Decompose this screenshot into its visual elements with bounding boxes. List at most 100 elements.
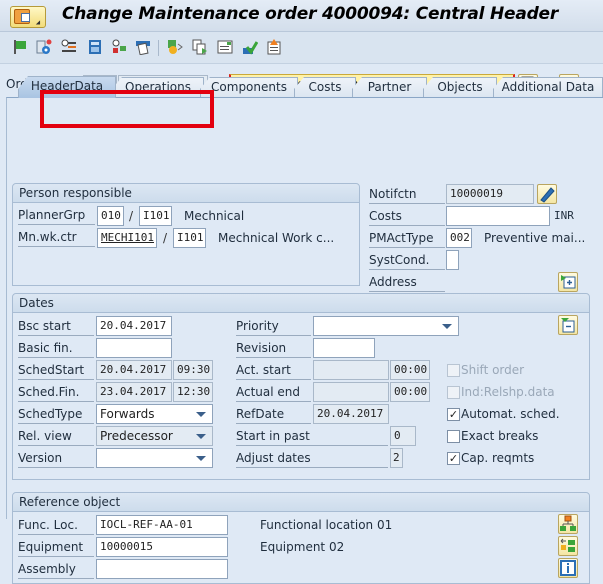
priority-select[interactable] xyxy=(313,316,459,336)
copy-icon[interactable] xyxy=(192,39,208,55)
tab-partner[interactable]: Partner xyxy=(352,77,427,97)
shift-order-checkbox[interactable] xyxy=(447,364,460,377)
flag-icon[interactable] xyxy=(12,39,28,55)
structure-hierarchy-button[interactable] xyxy=(558,514,578,534)
basic-start-input[interactable]: 20.04.2017 xyxy=(96,316,172,336)
dropdown-arrow-icon xyxy=(442,324,452,329)
toolbar-separator xyxy=(158,40,159,56)
sched-start-label: SchedStart xyxy=(18,362,94,380)
version-label: Version xyxy=(18,450,94,468)
pencil-icon xyxy=(540,187,555,203)
tab-additional-data[interactable]: Additional Data xyxy=(493,77,603,97)
notification-field: 10000019 xyxy=(446,184,534,204)
document-icon[interactable] xyxy=(217,39,233,55)
dropdown-arrow-icon xyxy=(196,434,206,439)
basic-finish-input[interactable] xyxy=(96,338,172,358)
actual-start-date-field xyxy=(313,360,389,380)
notification-icon[interactable] xyxy=(266,39,282,55)
pm-act-type-description: Preventive mai... xyxy=(484,231,586,245)
functional-location-description: Functional location 01 xyxy=(260,518,393,532)
menu-icon xyxy=(14,9,30,24)
dropdown-arrow-icon xyxy=(196,456,206,461)
dates-title: Dates xyxy=(13,294,589,313)
automat-sched-label: Automat. sched. xyxy=(461,407,560,421)
window-title: Change Maintenance order 4000094: Centra… xyxy=(62,4,559,24)
assembly-input[interactable] xyxy=(96,559,228,579)
relationship-view-label: Rel. view xyxy=(18,428,94,446)
operations-list-icon[interactable] xyxy=(61,39,77,55)
currency-text: INR xyxy=(554,209,574,222)
exact-breaks-checkbox[interactable] xyxy=(447,430,460,443)
adjust-dates-label: Adjust dates xyxy=(236,450,388,468)
work-center-label: Mn.wk.ctr xyxy=(18,229,95,247)
start-in-past-label: Start in past xyxy=(236,428,388,446)
revision-input[interactable] xyxy=(313,338,375,358)
schedule-icon[interactable] xyxy=(111,39,127,55)
tab-costs[interactable]: Costs xyxy=(294,77,356,97)
adjust-dates-field: 2 xyxy=(390,448,403,468)
assembly-label: Assembly xyxy=(18,561,94,579)
sched-type-select[interactable]: Forwards xyxy=(96,404,213,424)
application-toolbar xyxy=(0,32,603,64)
calculator-icon[interactable] xyxy=(87,39,103,55)
settings-gear-icon[interactable] xyxy=(36,39,52,55)
hierarchy-icon xyxy=(560,515,576,531)
costs-label: Costs xyxy=(369,208,445,226)
sched-start-date-field: 20.04.2017 xyxy=(96,360,172,380)
relationship-view-value: Predecessor xyxy=(100,429,173,443)
info-icon xyxy=(560,560,576,576)
sched-type-value: Forwards xyxy=(100,407,155,421)
status-highlight-box xyxy=(40,90,214,128)
address-button[interactable] xyxy=(558,272,578,292)
sched-finish-label: Sched.Fin. xyxy=(18,384,94,402)
actual-start-time-field: 00:00 xyxy=(390,360,430,380)
pm-act-type-label: PMActType xyxy=(369,230,445,248)
planner-plant-input[interactable]: I101 xyxy=(139,206,172,226)
sched-finish-time-field: 12:30 xyxy=(173,382,213,402)
system-condition-input[interactable] xyxy=(446,250,459,270)
address-label: Address xyxy=(369,274,445,292)
functional-location-label: Func. Loc. xyxy=(18,517,94,535)
system-menu-button[interactable] xyxy=(10,6,46,28)
planner-grp-input[interactable]: 010 xyxy=(97,206,124,226)
costs-input[interactable] xyxy=(446,206,550,226)
actual-end-date-field xyxy=(313,382,389,402)
notification-label: Notifctn xyxy=(369,186,445,204)
separator-slash: / xyxy=(163,231,168,245)
notification-edit-button[interactable] xyxy=(537,184,557,204)
pm-act-type-input[interactable]: 002 xyxy=(446,228,472,248)
material-availability-icon[interactable] xyxy=(167,39,183,55)
reference-info-button[interactable] xyxy=(558,558,578,578)
relationship-view-select[interactable]: Predecessor xyxy=(96,426,213,446)
actual-end-label: Actual end xyxy=(236,384,311,402)
sched-start-time-field: 09:30 xyxy=(173,360,213,380)
revision-label: Revision xyxy=(236,340,311,358)
equipment-input[interactable]: 10000015 xyxy=(96,537,228,557)
cap-reqmts-label: Cap. reqmts xyxy=(461,451,535,465)
shift-order-label: Shift order xyxy=(461,363,525,377)
actual-start-label: Act. start xyxy=(236,362,311,380)
actual-end-time-field: 00:00 xyxy=(390,382,430,402)
automat-sched-checkbox[interactable]: ✓ xyxy=(447,408,460,421)
functional-location-input[interactable]: IOCL-REF-AA-01 xyxy=(96,515,228,535)
work-center-description: Mechnical Work c... xyxy=(218,231,335,245)
tab-components[interactable]: Components xyxy=(200,77,298,97)
tab-objects[interactable]: Objects xyxy=(423,77,497,97)
structure-list-button[interactable] xyxy=(558,536,578,556)
caret-icon xyxy=(35,20,43,27)
structure-list-icon xyxy=(560,538,575,552)
start-in-past-field: 0 xyxy=(390,426,416,446)
version-select[interactable] xyxy=(96,448,213,468)
separator-slash: / xyxy=(129,209,134,223)
collapse-icon xyxy=(561,318,575,333)
collapse-dates-button[interactable] xyxy=(558,315,578,335)
dropdown-arrow-icon xyxy=(196,412,206,417)
reference-date-field: 20.04.2017 xyxy=(313,404,389,424)
ind-relshp-data-checkbox[interactable] xyxy=(447,386,460,399)
print-icon[interactable] xyxy=(135,39,151,55)
reference-date-label: RefDate xyxy=(236,406,311,424)
release-icon[interactable] xyxy=(242,39,258,55)
work-center-input[interactable]: MECHI101 xyxy=(97,228,157,248)
cap-reqmts-checkbox[interactable]: ✓ xyxy=(447,452,460,465)
work-center-plant-input[interactable]: I101 xyxy=(173,228,206,248)
